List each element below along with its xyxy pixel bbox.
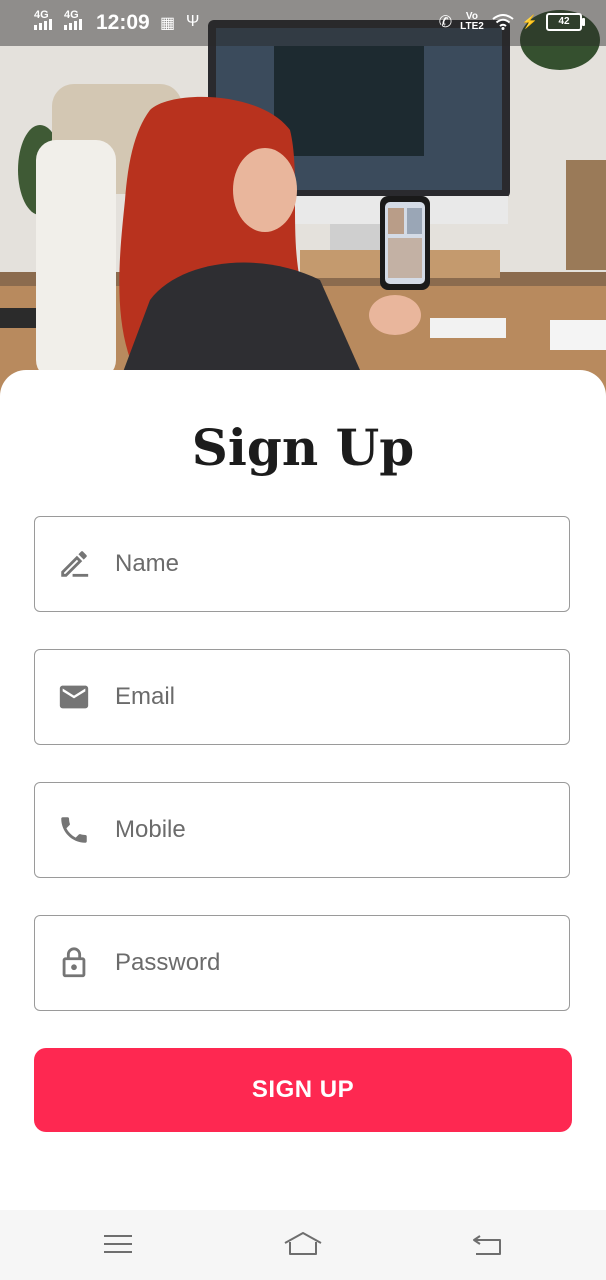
mobile-input[interactable] bbox=[115, 783, 555, 876]
usb-icon: Ψ bbox=[186, 13, 200, 30]
email-field[interactable] bbox=[34, 649, 570, 745]
name-field[interactable] bbox=[34, 516, 570, 612]
charging-icon: ⚡ bbox=[521, 14, 538, 29]
home-icon[interactable] bbox=[283, 1228, 323, 1260]
menu-icon[interactable] bbox=[98, 1228, 138, 1260]
signal-icon bbox=[34, 19, 52, 30]
back-icon[interactable] bbox=[468, 1228, 508, 1260]
status-right-group: ✆ Vo LTE2 ⚡ 42 bbox=[438, 12, 585, 32]
volte-icon: ✆ bbox=[438, 14, 453, 31]
page-title: Sign Up bbox=[191, 418, 415, 477]
signup-card: Sign Up SIGN UP bbox=[0, 370, 606, 1210]
password-field[interactable] bbox=[34, 915, 570, 1011]
hero-photo bbox=[0, 0, 606, 400]
name-input[interactable] bbox=[115, 517, 555, 610]
lte-bottom-label: LTE2 bbox=[460, 21, 484, 32]
status-time: 12:09 bbox=[96, 11, 150, 34]
status-bar: 4G 4G 12:09 ▦ Ψ ✆ Vo LTE2 ⚡ 42 bbox=[0, 0, 606, 46]
email-input[interactable] bbox=[115, 650, 555, 743]
signup-button[interactable]: SIGN UP bbox=[34, 1048, 572, 1132]
system-nav-bar bbox=[0, 1210, 606, 1280]
signal-icon bbox=[64, 19, 82, 30]
pencil-icon bbox=[61, 551, 89, 577]
wifi-icon bbox=[492, 14, 514, 30]
lock-icon bbox=[62, 947, 86, 978]
battery-icon: 42 bbox=[546, 13, 585, 31]
mobile-field[interactable] bbox=[34, 782, 570, 878]
data-saver-icon: ▦ bbox=[160, 15, 176, 32]
password-input[interactable] bbox=[115, 916, 555, 1009]
lte-indicator: Vo LTE2 bbox=[460, 12, 484, 32]
phone-icon bbox=[61, 817, 87, 843]
email-icon bbox=[59, 685, 89, 709]
